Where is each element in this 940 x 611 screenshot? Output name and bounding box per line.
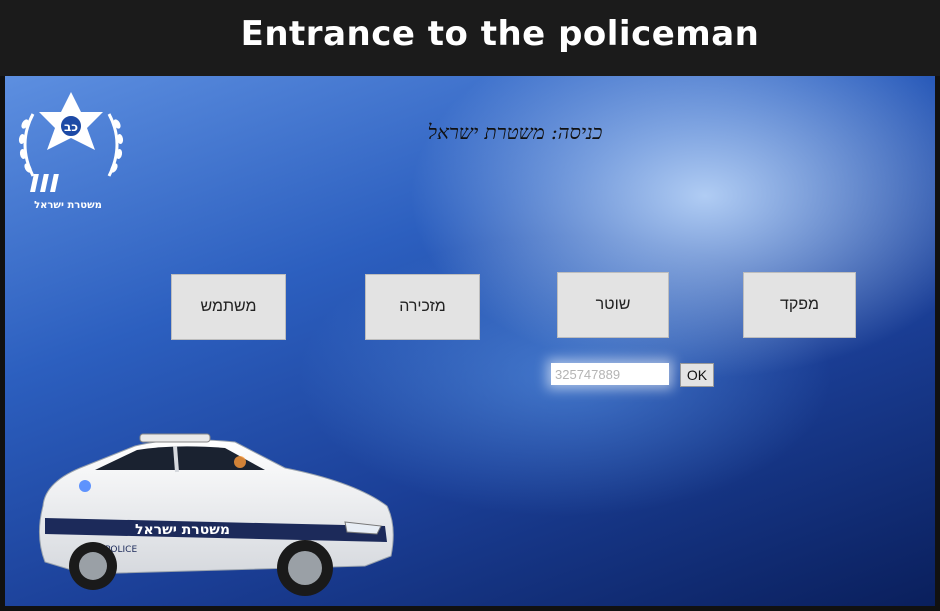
officer-button[interactable]: שוטר: [557, 272, 669, 338]
car-side-text: משטרת ישראל: [135, 522, 230, 538]
secretary-button[interactable]: מזכירה: [365, 274, 480, 340]
emblem-text: כב: [64, 120, 78, 134]
page-heading: כניסה: משטרת ישראל: [427, 120, 603, 144]
id-input[interactable]: [551, 363, 669, 385]
ok-button[interactable]: OK: [680, 363, 714, 387]
frame-right: [935, 76, 940, 611]
login-screen: כב משטרת ישראל כניסה: משטרת ישראל משתמש …: [5, 76, 935, 606]
logo-caption: משטרת ישראל: [34, 200, 102, 211]
commander-button[interactable]: מפקד: [743, 272, 856, 338]
police-car-image: משטרת ישראל POLICE: [39, 433, 394, 596]
banner-title: Entrance to the policeman: [240, 14, 760, 54]
frame-bottom: [0, 606, 940, 611]
user-button[interactable]: משתמש: [171, 274, 286, 340]
title-banner: Entrance to the policeman: [0, 0, 940, 76]
